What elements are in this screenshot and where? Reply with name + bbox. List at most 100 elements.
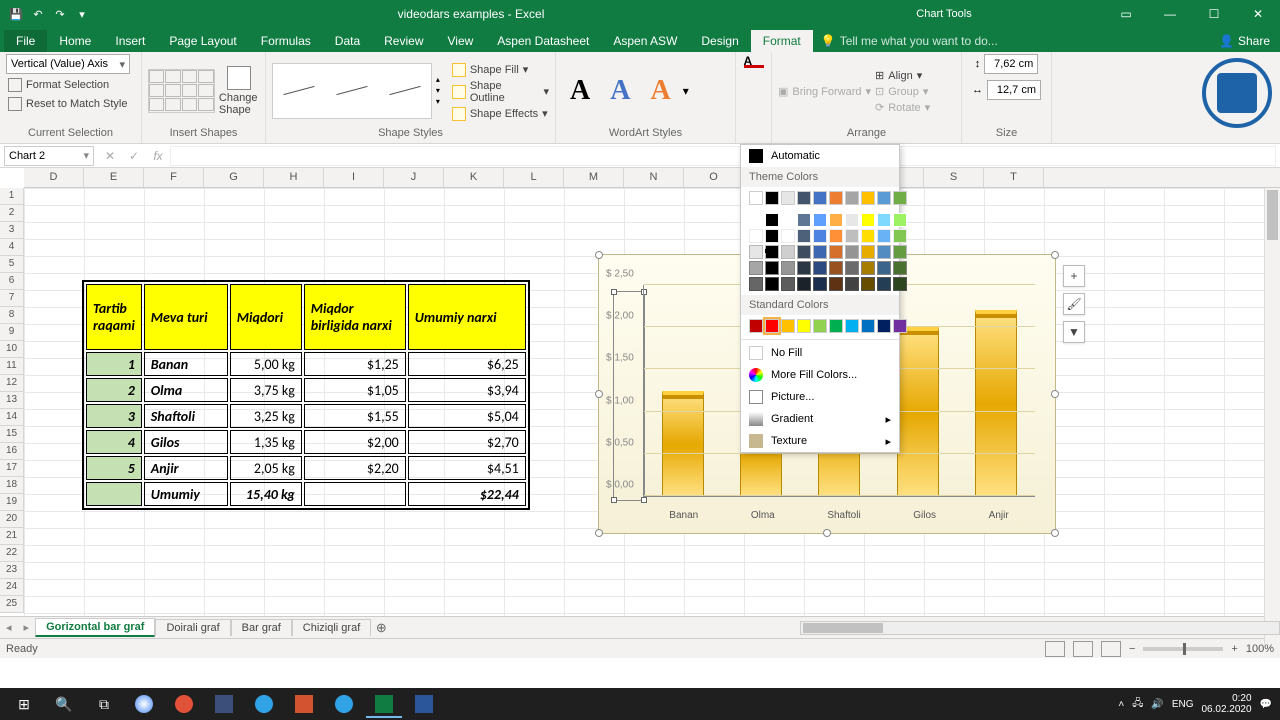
sheet-nav-next[interactable]: ▸ (18, 621, 36, 634)
row-23[interactable]: 23 (0, 562, 24, 579)
text-fill-button[interactable]: A (744, 54, 764, 68)
col-E[interactable]: E (84, 168, 144, 187)
color-swatch[interactable] (829, 277, 843, 291)
sheet-tab-3[interactable]: Bar graf (231, 619, 292, 636)
tab-data[interactable]: Data (323, 30, 372, 52)
col-D[interactable]: D (24, 168, 84, 187)
customize-qa-icon[interactable]: ▾ (72, 4, 92, 24)
color-swatch[interactable] (893, 191, 907, 205)
color-swatch[interactable] (813, 245, 827, 259)
shape-style-gallery[interactable] (272, 63, 432, 119)
color-swatch[interactable] (765, 277, 779, 291)
taskbar-powerpoint-icon[interactable] (284, 690, 324, 718)
taskbar-app-3[interactable] (324, 690, 364, 718)
color-swatch[interactable] (893, 319, 907, 333)
color-swatch[interactable] (845, 261, 859, 275)
color-swatch[interactable] (749, 277, 763, 291)
wordart-style-2[interactable]: A (602, 71, 638, 111)
color-swatch[interactable] (813, 229, 827, 243)
color-swatch[interactable] (765, 261, 779, 275)
zoom-level[interactable]: 100% (1246, 643, 1274, 655)
color-swatch[interactable] (877, 213, 891, 227)
color-swatch[interactable] (893, 245, 907, 259)
bring-forward-button[interactable]: ▣ Bring Forward ▾ (778, 85, 871, 98)
color-swatch[interactable] (797, 245, 811, 259)
taskbar-app-1[interactable] (164, 690, 204, 718)
zoom-plus[interactable]: + (1231, 643, 1237, 655)
sheet-tab-4[interactable]: Chiziqli graf (292, 619, 371, 636)
color-swatch[interactable] (861, 245, 875, 259)
color-swatch[interactable] (861, 213, 875, 227)
color-swatch[interactable] (813, 319, 827, 333)
row-5[interactable]: 5 (0, 256, 24, 273)
color-swatch[interactable] (749, 213, 763, 227)
color-swatch[interactable] (797, 229, 811, 243)
name-box[interactable]: Chart 2 (4, 146, 94, 166)
taskbar-word-icon[interactable] (404, 690, 444, 718)
color-swatch[interactable] (749, 191, 763, 205)
col-H[interactable]: H (264, 168, 324, 187)
color-swatch[interactable] (861, 277, 875, 291)
wordart-scroll[interactable]: ▾ (683, 84, 695, 98)
row-14[interactable]: 14 (0, 409, 24, 426)
color-swatch[interactable] (765, 319, 779, 333)
color-swatch[interactable] (877, 277, 891, 291)
row-11[interactable]: 11 (0, 358, 24, 375)
row-16[interactable]: 16 (0, 443, 24, 460)
close-icon[interactable]: ✕ (1236, 0, 1280, 28)
color-swatch[interactable] (765, 213, 779, 227)
color-swatch[interactable] (765, 245, 779, 259)
start-button[interactable]: ⊞ (4, 690, 44, 718)
color-swatch[interactable] (877, 229, 891, 243)
bar-Anjir[interactable] (975, 310, 1017, 496)
col-F[interactable]: F (144, 168, 204, 187)
taskbar-excel-icon[interactable] (364, 690, 404, 718)
row-8[interactable]: 8 (0, 307, 24, 324)
row-3[interactable]: 3 (0, 222, 24, 239)
view-pagebreak-button[interactable] (1101, 641, 1121, 657)
color-swatch[interactable] (861, 319, 875, 333)
row-7[interactable]: 7 (0, 290, 24, 307)
undo-icon[interactable]: ↶ (28, 4, 48, 24)
row-22[interactable]: 22 (0, 545, 24, 562)
gallery-scroll[interactable]: ▴▾▾ (436, 75, 448, 106)
ribbon-display-icon[interactable]: ▭ (1104, 0, 1148, 28)
color-swatch[interactable] (829, 261, 843, 275)
row-9[interactable]: 9 (0, 324, 24, 341)
tray-up-icon[interactable]: ˄ (1118, 699, 1124, 710)
color-swatch[interactable] (893, 213, 907, 227)
enter-formula-icon[interactable]: ✓ (122, 149, 146, 163)
color-swatch[interactable] (893, 261, 907, 275)
share-button[interactable]: 👤Share (1209, 30, 1280, 52)
color-swatch[interactable] (781, 261, 795, 275)
row-24[interactable]: 24 (0, 579, 24, 596)
task-view-icon[interactable]: ⧉ (84, 690, 124, 718)
color-swatch[interactable] (797, 319, 811, 333)
color-swatch[interactable] (845, 229, 859, 243)
sheet-nav-prev[interactable]: ◂ (0, 621, 18, 634)
tab-aspen-asw[interactable]: Aspen ASW (601, 30, 689, 52)
shape-height-input[interactable]: ↕ (975, 54, 1039, 74)
color-swatch[interactable] (845, 319, 859, 333)
color-swatch[interactable] (813, 277, 827, 291)
tab-insert[interactable]: Insert (103, 30, 157, 52)
color-swatch[interactable] (765, 191, 779, 205)
color-swatch[interactable] (813, 191, 827, 205)
reset-match-button[interactable]: Reset to Match Style (6, 96, 130, 112)
tab-aspen-datasheet[interactable]: Aspen Datasheet (485, 30, 601, 52)
row-13[interactable]: 13 (0, 392, 24, 409)
tab-file[interactable]: File (4, 30, 47, 52)
row-20[interactable]: 20 (0, 511, 24, 528)
chart-elements-button[interactable]: + (1063, 265, 1085, 287)
color-swatch[interactable] (877, 245, 891, 259)
color-swatch[interactable] (781, 277, 795, 291)
color-swatch[interactable] (829, 245, 843, 259)
color-swatch[interactable] (861, 261, 875, 275)
color-swatch[interactable] (797, 261, 811, 275)
row-4[interactable]: 4 (0, 239, 24, 256)
color-swatch[interactable] (829, 191, 843, 205)
col-T[interactable]: T (984, 168, 1044, 187)
color-swatch[interactable] (877, 191, 891, 205)
color-swatch[interactable] (877, 261, 891, 275)
tray-lang[interactable]: ENG (1172, 699, 1194, 710)
